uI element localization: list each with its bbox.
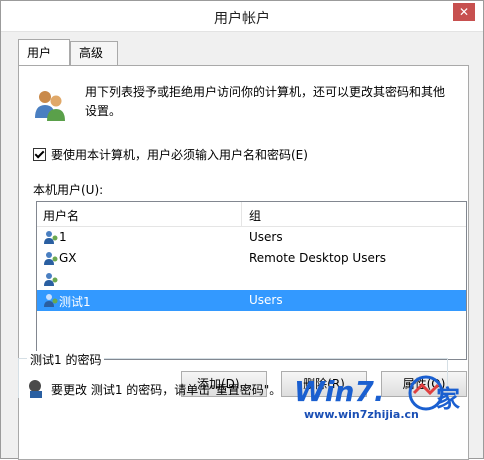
user-icon <box>44 252 58 265</box>
row-username: 1 <box>59 230 67 244</box>
watermark-glyph: 家 <box>436 385 460 413</box>
window-title: 用户帐户 <box>214 11 270 27</box>
watermark-url: www.win7zhijia.cn <box>304 408 419 421</box>
user-icon <box>44 231 58 244</box>
row-group: Remote Desktop Users <box>249 251 387 265</box>
row-username: GX <box>59 251 77 265</box>
row-group: Users <box>249 230 283 244</box>
table-row[interactable] <box>37 269 466 290</box>
list-header: 用户名 组 <box>37 202 466 227</box>
users-icon <box>35 91 65 121</box>
column-header-username[interactable]: 用户名 <box>43 207 79 224</box>
column-separator[interactable] <box>241 202 242 226</box>
require-login-checkbox[interactable]: 要使用本计算机，用户必须输入用户名和密码(E) <box>33 146 308 163</box>
close-button[interactable]: ✕ <box>453 3 475 21</box>
table-row-selected[interactable]: 测试1 Users <box>37 290 466 311</box>
password-instructions: 要更改 测试1 的密码，请单击"重置密码"。 <box>51 383 282 397</box>
tab-advanced[interactable]: 高级 <box>70 41 118 65</box>
row-username: 测试1 <box>59 295 91 309</box>
row-group: Users <box>249 293 283 307</box>
local-users-label: 本机用户(U): <box>33 183 104 197</box>
user-icon <box>44 294 58 307</box>
watermark: Win7. 家 www.win7zhijia.cn <box>286 373 468 435</box>
column-header-group[interactable]: 组 <box>249 207 261 224</box>
require-login-label: 要使用本计算机，用户必须输入用户名和密码(E) <box>51 148 308 162</box>
users-list[interactable]: 用户名 组 1 Users GX Remote Desktop Users 测试… <box>36 201 467 360</box>
user-icon <box>44 273 58 286</box>
title-bar: 用户帐户 ✕ <box>1 1 483 32</box>
intro-text: 用下列表授予或拒绝用户访问你的计算机，还可以更改其密码和其他设置。 <box>85 85 446 118</box>
table-row[interactable]: GX Remote Desktop Users <box>37 248 466 269</box>
password-group-legend: 测试1 的密码 <box>27 351 105 368</box>
watermark-logo: Win7. <box>294 375 385 408</box>
user-accounts-window: 用户帐户 ✕ 用户 高级 用下列表授予或拒绝用户访问你的计算机，还可以更改其密码… <box>0 0 484 460</box>
tab-users[interactable]: 用户 <box>18 39 70 65</box>
checkbox-checked-icon[interactable] <box>33 148 46 161</box>
table-row[interactable]: 1 Users <box>37 227 466 248</box>
